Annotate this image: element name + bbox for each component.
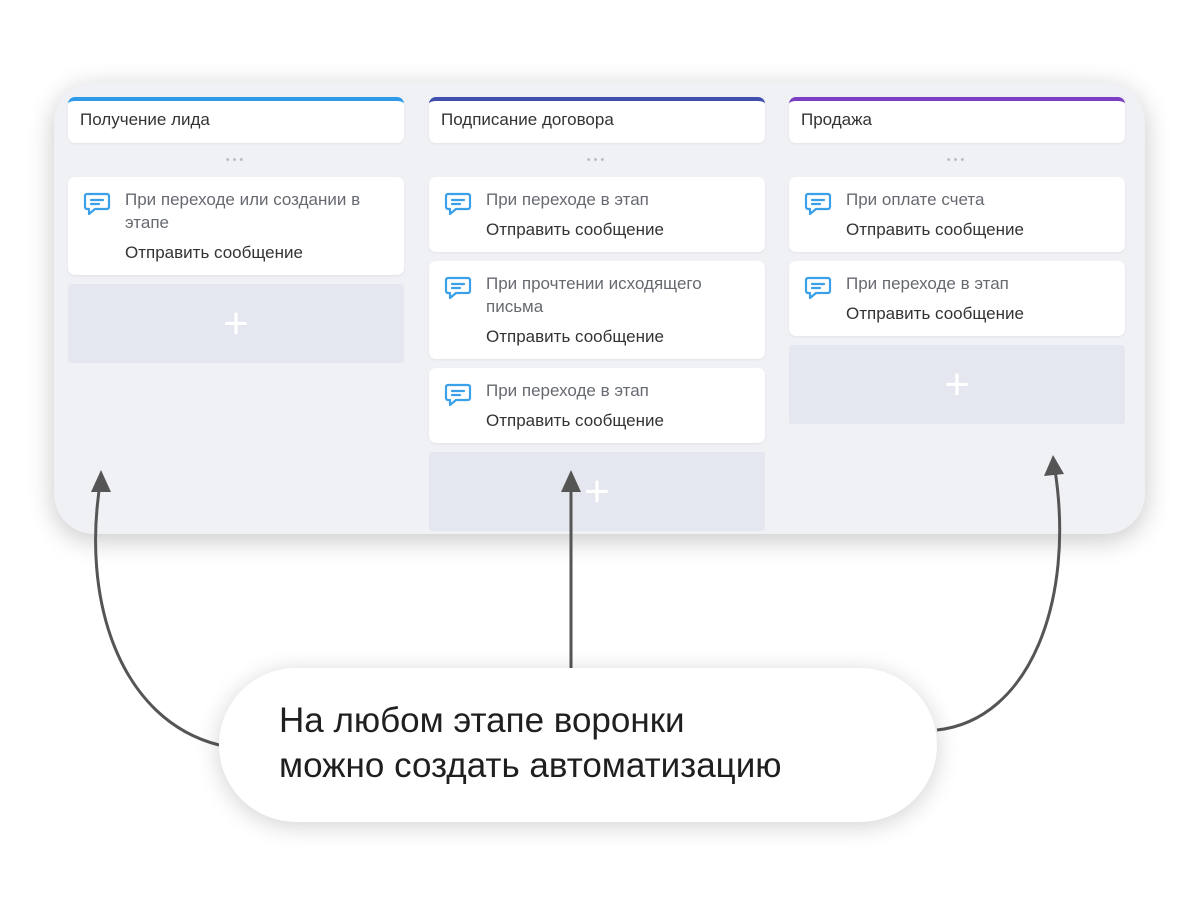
chat-message-icon xyxy=(444,382,472,408)
automation-board: Получение лида ••• При переходе или созд… xyxy=(54,82,1145,534)
automation-card[interactable]: При прочтении исходящего письма Отправит… xyxy=(429,261,765,359)
automation-trigger: При переходе в этап xyxy=(846,274,1009,293)
stage-header[interactable]: Получение лида xyxy=(68,97,404,143)
stage-header[interactable]: Подписание договора xyxy=(429,97,765,143)
add-automation-button[interactable]: + xyxy=(68,284,404,363)
automation-action: Отправить сообщение xyxy=(486,327,664,346)
automation-trigger: При переходе или создании в этапе xyxy=(125,190,361,232)
stage-column-contract: Подписание договора ••• При переходе в э… xyxy=(429,97,765,531)
callout-text: На любом этапе воронки можно создать авт… xyxy=(279,698,919,788)
automation-action: Отправить сообщение xyxy=(846,220,1024,239)
drag-handle-icon[interactable]: ••• xyxy=(789,143,1125,177)
stage-column-lead: Получение лида ••• При переходе или созд… xyxy=(68,97,404,363)
automation-card[interactable]: При переходе в этап Отправить сообщение xyxy=(789,261,1125,336)
add-automation-button[interactable]: + xyxy=(789,345,1125,424)
automation-trigger: При переходе в этап xyxy=(486,190,649,209)
automation-action: Отправить сообщение xyxy=(486,411,664,430)
automation-trigger: При переходе в этап xyxy=(486,381,649,400)
drag-handle-icon[interactable]: ••• xyxy=(68,143,404,177)
callout-line-2: можно создать автоматизацию xyxy=(279,746,782,785)
automation-action: Отправить сообщение xyxy=(125,243,303,262)
automation-trigger: При оплате счета xyxy=(846,190,985,209)
add-automation-button[interactable]: + xyxy=(429,452,765,531)
automation-card[interactable]: При оплате счета Отправить сообщение xyxy=(789,177,1125,252)
callout-line-1: На любом этапе воронки xyxy=(279,701,685,740)
automation-trigger: При прочтении исходящего письма xyxy=(486,274,702,316)
automation-card[interactable]: При переходе или создании в этапе Отправ… xyxy=(68,177,404,275)
automation-action: Отправить сообщение xyxy=(846,304,1024,323)
chat-message-icon xyxy=(444,275,472,301)
stage-header[interactable]: Продажа xyxy=(789,97,1125,143)
stage-column-sale: Продажа ••• При оплате счета Отправить с… xyxy=(789,97,1125,424)
callout-bubble: На любом этапе воронки можно создать авт… xyxy=(219,668,937,822)
automation-card[interactable]: При переходе в этап Отправить сообщение xyxy=(429,177,765,252)
automation-card[interactable]: При переходе в этап Отправить сообщение xyxy=(429,368,765,443)
automation-action: Отправить сообщение xyxy=(486,220,664,239)
chat-message-icon xyxy=(804,191,832,217)
chat-message-icon xyxy=(444,191,472,217)
chat-message-icon xyxy=(804,275,832,301)
chat-message-icon xyxy=(83,191,111,217)
drag-handle-icon[interactable]: ••• xyxy=(429,143,765,177)
